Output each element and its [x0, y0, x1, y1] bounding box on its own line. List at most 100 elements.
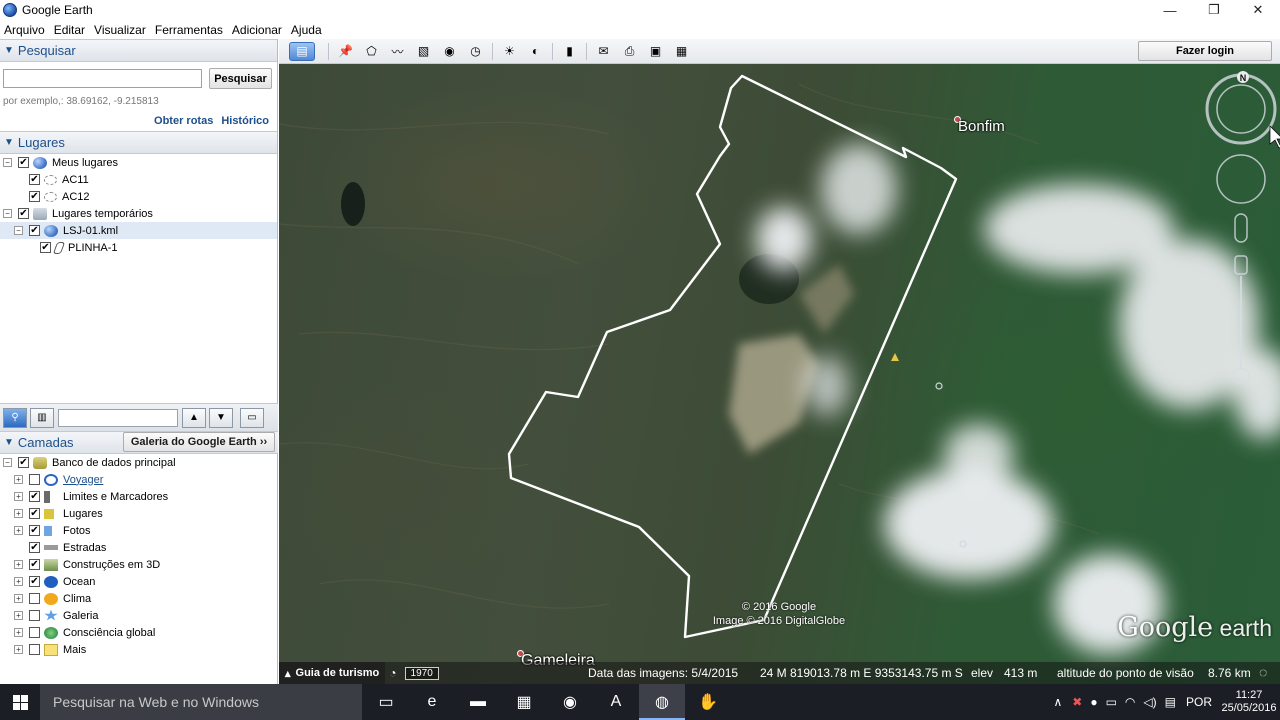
historical-imagery-mini-icon[interactable]: ◔: [389, 666, 396, 680]
tree-item[interactable]: + ✔ Fotos: [0, 522, 278, 539]
print-button[interactable]: ⎙: [619, 42, 640, 61]
placemark-button[interactable]: 📌: [335, 42, 356, 61]
tray-app-icon[interactable]: ✖: [1072, 695, 1082, 709]
kml-boundary-polygon[interactable]: [507, 74, 958, 639]
taskbar-clock[interactable]: 11:27 25/05/2016: [1218, 689, 1280, 715]
tree-item[interactable]: − ✔ Meus lugares: [0, 154, 277, 171]
places-filter-input[interactable]: [58, 408, 178, 427]
tree-item[interactable]: ✔ Estradas: [0, 539, 278, 556]
action-center-icon[interactable]: ▤: [1165, 695, 1176, 709]
visibility-checkbox[interactable]: ✔: [40, 242, 51, 253]
navigation-controls[interactable]: N: [1200, 64, 1280, 384]
visibility-checkbox[interactable]: ✔: [29, 508, 40, 519]
move-up-button[interactable]: ▲: [182, 407, 206, 428]
tree-item[interactable]: ✔ AC11: [0, 171, 277, 188]
volume-icon[interactable]: ◁): [1143, 695, 1156, 709]
ruler-button[interactable]: ▮: [559, 42, 580, 61]
tree-item[interactable]: + ✔ Construções em 3D: [0, 556, 278, 573]
start-button[interactable]: [0, 684, 40, 720]
tree-item[interactable]: + Mais: [0, 641, 278, 658]
tree-item[interactable]: + Clima: [0, 590, 278, 607]
email-button[interactable]: ✉: [593, 42, 614, 61]
menu-ajuda[interactable]: Ajuda: [287, 23, 327, 37]
menu-arquivo[interactable]: Arquivo: [0, 23, 50, 37]
visibility-checkbox[interactable]: [29, 610, 40, 621]
tree-item[interactable]: − ✔ LSJ-01.kml: [0, 222, 277, 239]
view-in-maps-button[interactable]: ▦: [671, 42, 692, 61]
tree-item[interactable]: + Galeria: [0, 607, 278, 624]
map-view[interactable]: Bonfim Gameleira © 2016 Google Image © 2…: [279, 64, 1280, 684]
tour-guide-button[interactable]: ▴ Guia de turismo: [279, 662, 386, 684]
tree-item[interactable]: − ✔ Banco de dados principal: [0, 454, 278, 471]
menu-ferramentas[interactable]: Ferramentas: [151, 23, 228, 37]
menu-adicionar[interactable]: Adicionar: [228, 23, 287, 37]
expand-toggle[interactable]: +: [14, 560, 23, 569]
tree-item[interactable]: ✔ AC12: [0, 188, 277, 205]
overlay-button[interactable]: ▧: [413, 42, 434, 61]
google-earth-taskbar-button[interactable]: ◍: [639, 684, 685, 720]
collapse-triangle-icon[interactable]: ▼: [4, 45, 14, 56]
search-section-header[interactable]: ▼ Pesquisar: [0, 39, 277, 62]
tree-item[interactable]: + Voyager: [0, 471, 278, 488]
expand-toggle[interactable]: −: [3, 209, 12, 218]
task-view-taskbar-button[interactable]: ▭: [363, 684, 409, 720]
expand-toggle[interactable]: +: [14, 577, 23, 586]
bonfim-label[interactable]: Bonfim: [958, 118, 1005, 135]
expand-toggle[interactable]: +: [14, 475, 23, 484]
store-taskbar-button[interactable]: ▦: [501, 684, 547, 720]
tree-item[interactable]: + Consciência global: [0, 624, 278, 641]
tree-item[interactable]: ✔ PLINHA-1: [0, 239, 277, 256]
expand-toggle[interactable]: +: [14, 509, 23, 518]
expand-toggle[interactable]: −: [14, 226, 23, 235]
tray-app2-icon[interactable]: ●: [1090, 695, 1097, 709]
search-places-button[interactable]: ⚲: [3, 407, 27, 428]
polygon-button[interactable]: ⬠: [361, 42, 382, 61]
acrobat-taskbar-button[interactable]: A: [593, 684, 639, 720]
visibility-checkbox[interactable]: [29, 627, 40, 638]
split-view-button[interactable]: ▥: [30, 407, 54, 428]
close-button[interactable]: ✕: [1236, 0, 1280, 20]
history-link[interactable]: Histórico: [221, 115, 269, 127]
visibility-checkbox[interactable]: [29, 644, 40, 655]
maximize-button[interactable]: ❐: [1192, 0, 1236, 20]
battery-icon[interactable]: ▭: [1106, 695, 1117, 709]
visibility-checkbox[interactable]: ✔: [29, 525, 40, 536]
earth-gallery-button[interactable]: Galeria do Google Earth ››: [123, 432, 275, 452]
explorer-taskbar-button[interactable]: ▬: [455, 684, 501, 720]
taskbar-search-box[interactable]: Pesquisar na Web e no Windows: [40, 684, 362, 720]
visibility-checkbox[interactable]: ✔: [29, 191, 40, 202]
visibility-checkbox[interactable]: ✔: [18, 208, 29, 219]
login-button[interactable]: Fazer login: [1138, 41, 1272, 61]
visibility-checkbox[interactable]: ✔: [29, 225, 40, 236]
places-section-header[interactable]: ▼ Lugares: [0, 131, 277, 154]
collapse-triangle-icon[interactable]: ▼: [4, 437, 14, 448]
sidebar-toggle-button[interactable]: ▤: [289, 41, 315, 61]
historical-year-box[interactable]: 1970: [404, 666, 439, 680]
network-icon[interactable]: ◠: [1125, 695, 1135, 709]
tree-item[interactable]: + ✔ Lugares: [0, 505, 278, 522]
expand-toggle[interactable]: +: [14, 628, 23, 637]
visibility-checkbox[interactable]: ✔: [29, 559, 40, 570]
visibility-checkbox[interactable]: ✔: [18, 157, 29, 168]
move-down-button[interactable]: ▼: [209, 407, 233, 428]
visibility-checkbox[interactable]: [29, 593, 40, 604]
tree-item[interactable]: + ✔ Ocean: [0, 573, 278, 590]
tree-item[interactable]: + ✔ Limites e Marcadores: [0, 488, 278, 505]
search-button[interactable]: Pesquisar: [209, 68, 272, 89]
visibility-checkbox[interactable]: [29, 474, 40, 485]
firefox-taskbar-button[interactable]: ◉: [547, 684, 593, 720]
edge-taskbar-button[interactable]: e: [409, 684, 455, 720]
show-hidden-icons-icon[interactable]: ∧: [1053, 695, 1062, 709]
record-tour-button[interactable]: ◉: [439, 42, 460, 61]
new-folder-button[interactable]: ▭: [240, 407, 264, 428]
sunlight-button[interactable]: ☀: [499, 42, 520, 61]
menu-visualizar[interactable]: Visualizar: [90, 23, 151, 37]
minimize-button[interactable]: —: [1148, 0, 1192, 20]
expand-toggle[interactable]: −: [3, 458, 12, 467]
expand-toggle[interactable]: +: [14, 526, 23, 535]
planets-button[interactable]: ◐: [525, 42, 546, 61]
visibility-checkbox[interactable]: ✔: [29, 491, 40, 502]
visibility-checkbox[interactable]: ✔: [29, 576, 40, 587]
get-directions-link[interactable]: Obter rotas: [154, 115, 213, 127]
collapse-triangle-icon[interactable]: ▼: [4, 137, 14, 148]
